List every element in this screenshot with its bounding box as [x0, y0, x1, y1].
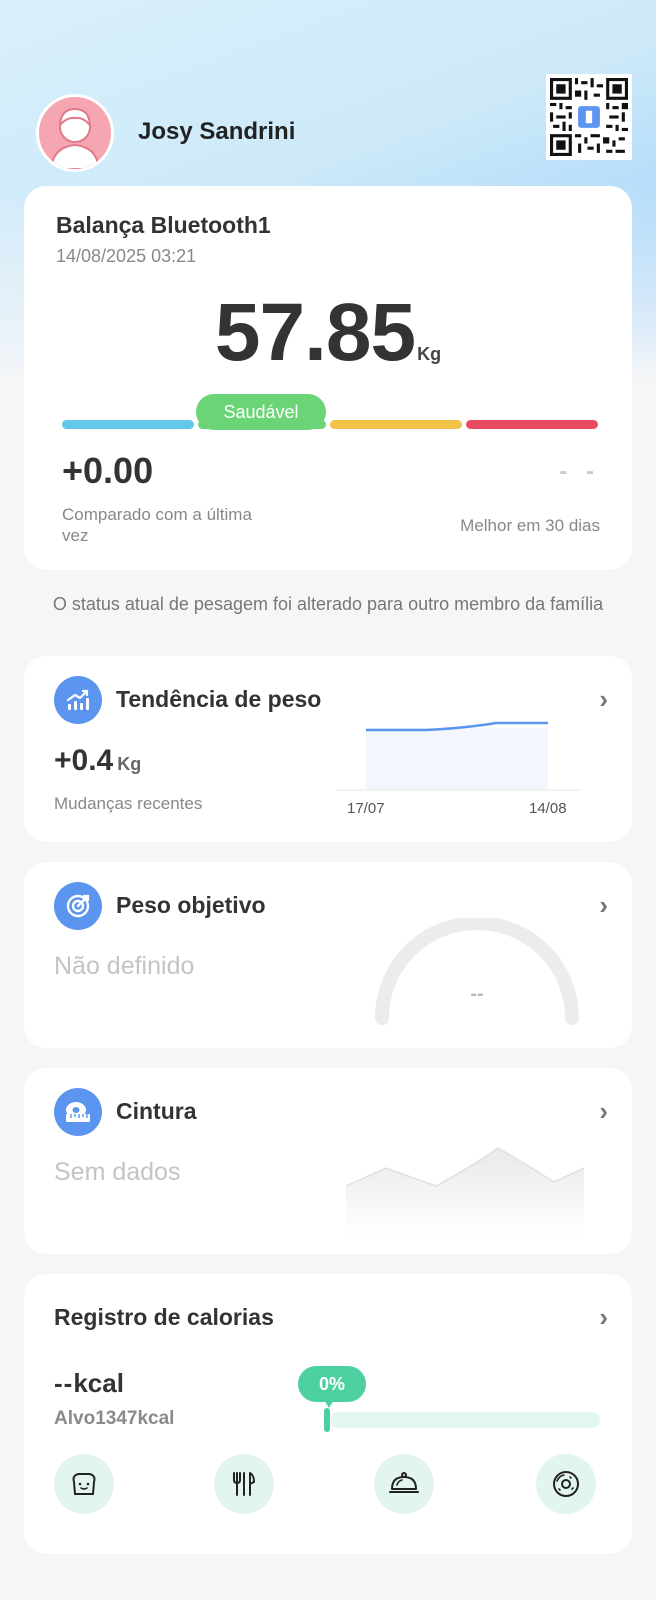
- trend-unit: Kg: [117, 754, 142, 774]
- trend-chart-icon: [54, 676, 102, 724]
- scale-card[interactable]: Balança Bluetooth1 14/08/2025 03:21 57.8…: [24, 186, 632, 570]
- qr-code-icon[interactable]: [546, 74, 632, 160]
- calorie-percent-badge: 0%: [298, 1366, 366, 1402]
- gauge-value: --: [470, 983, 483, 1005]
- calorie-card[interactable]: Registro de calorias › --kcal Alvo1347kc…: [24, 1274, 632, 1554]
- measurement-date: 14/08/2025 03:21: [56, 246, 197, 266]
- goal-gauge: --: [375, 918, 579, 1025]
- calorie-title: Registro de calorias: [54, 1304, 274, 1330]
- bread-icon: [72, 1473, 96, 1495]
- trend-value: +0.4 Kg: [54, 744, 141, 778]
- utensils-icon: [233, 1472, 255, 1496]
- trend-number: +0.4: [54, 744, 114, 777]
- goal-weight-card[interactable]: Peso objetivo › Não definido --: [24, 862, 632, 1048]
- calorie-target: Alvo1347kcal: [54, 1408, 174, 1430]
- snack-button[interactable]: [536, 1454, 596, 1514]
- diff-label: Comparado com a última vez: [62, 505, 252, 545]
- waist-title: Cintura: [116, 1098, 197, 1124]
- chevron-right-icon[interactable]: ›: [599, 890, 608, 921]
- calorie-unit: kcal: [73, 1368, 124, 1398]
- weight-trend-card[interactable]: Tendência de peso › +0.4 Kg Mudanças rece…: [24, 656, 632, 842]
- donut-icon: [553, 1471, 579, 1497]
- bmi-bar-obese: [466, 420, 598, 429]
- tape-measure-icon: [54, 1088, 102, 1136]
- calorie-progress-fill: [324, 1408, 330, 1432]
- user-name: Josy Sandrini: [138, 118, 296, 145]
- waist-card[interactable]: Cintura › Sem dados: [24, 1068, 632, 1254]
- tape-measure-glyph: [66, 1102, 90, 1122]
- calorie-target-label: Alvo: [54, 1408, 96, 1429]
- trend-area: [366, 728, 548, 790]
- status-badge: Saudável: [196, 394, 326, 430]
- chevron-right-icon[interactable]: ›: [599, 684, 608, 715]
- breakfast-button[interactable]: [54, 1454, 114, 1514]
- member-notice: O status atual de pesagem foi alterado p…: [52, 594, 604, 614]
- weight-display: 57.85 Kg: [24, 286, 632, 380]
- calorie-number: --: [54, 1368, 74, 1398]
- dinner-button[interactable]: [374, 1454, 434, 1514]
- trend-axis-end: 14/08: [529, 800, 567, 817]
- diff-value: +0.00: [62, 450, 154, 491]
- goal-status: Não definido: [54, 952, 195, 980]
- user-avatar-icon: [49, 107, 101, 169]
- avatar[interactable]: [36, 94, 114, 172]
- calorie-target-unit: kcal: [137, 1408, 175, 1429]
- target-glyph: [66, 894, 90, 918]
- calorie-target-value: 1347: [95, 1408, 138, 1429]
- trend-chart-glyph: [66, 689, 89, 710]
- calorie-value: --kcal: [54, 1368, 124, 1399]
- bmi-bar-overweight: [330, 420, 462, 429]
- cloche-icon: [389, 1472, 419, 1493]
- trend-axis-start: 17/07: [347, 800, 385, 817]
- best-value: - -: [559, 458, 600, 485]
- waist-status: Sem dados: [54, 1158, 181, 1186]
- chevron-right-icon[interactable]: ›: [599, 1302, 608, 1333]
- percent-pointer: [324, 1400, 334, 1408]
- bmi-bar-underweight: [62, 420, 194, 429]
- qr-code-graphic: [550, 78, 628, 156]
- calorie-progress-track: [330, 1412, 600, 1428]
- trend-title: Tendência de peso: [116, 686, 322, 712]
- waist-area: [346, 1148, 584, 1236]
- best-label: Melhor em 30 dias: [460, 516, 600, 535]
- weight-unit: Kg: [417, 344, 442, 364]
- target-icon: [54, 882, 102, 930]
- waist-placeholder-chart: [345, 1147, 585, 1236]
- goal-title: Peso objetivo: [116, 892, 266, 918]
- device-name: Balança Bluetooth1: [56, 212, 271, 238]
- lunch-button[interactable]: [214, 1454, 274, 1514]
- chevron-right-icon[interactable]: ›: [599, 1096, 608, 1127]
- trend-subtitle: Mudanças recentes: [54, 794, 203, 813]
- weight-value: 57.85: [214, 287, 416, 378]
